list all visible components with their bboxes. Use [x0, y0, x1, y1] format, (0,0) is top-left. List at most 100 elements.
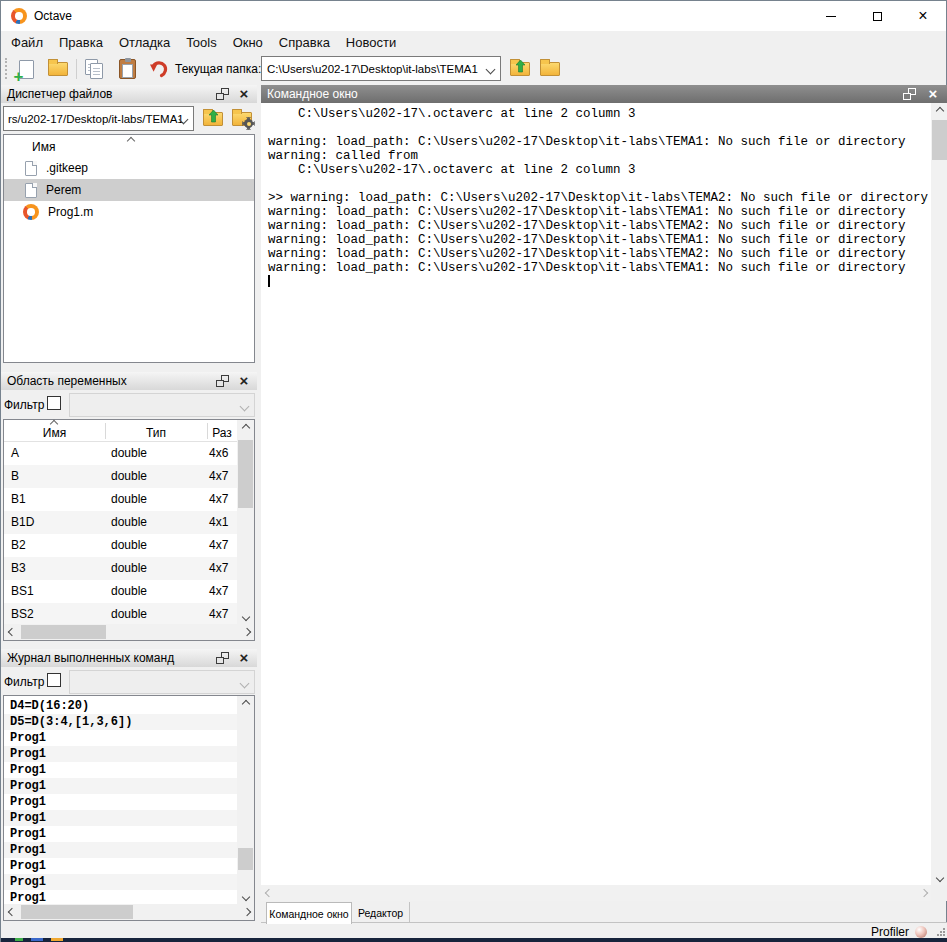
horizontal-scrollbar[interactable]: [261, 885, 931, 901]
history-item[interactable]: D5=D(3:4,[1,3,6]): [4, 714, 237, 730]
current-dir-label: Текущая папка:: [175, 62, 261, 76]
file-row[interactable]: Perem: [4, 179, 254, 201]
variable-row[interactable]: B1Ddouble4x1: [4, 511, 237, 534]
profiler-status-icon[interactable]: [915, 926, 927, 938]
history-item[interactable]: Prog1: [4, 810, 237, 826]
file-name: Prog1.m: [48, 205, 93, 219]
variable-row[interactable]: Adouble4x6: [4, 442, 237, 465]
vertical-scrollbar[interactable]: [931, 103, 947, 885]
variable-name: BS1: [11, 584, 34, 598]
fb-dir-up-button[interactable]: [200, 106, 226, 132]
variable-row[interactable]: BS1double4x7: [4, 580, 237, 603]
undock-icon[interactable]: [216, 375, 229, 387]
variable-name: BS2: [11, 607, 34, 621]
variable-row[interactable]: Bdouble4x7: [4, 465, 237, 488]
fb-actions-button[interactable]: [229, 106, 255, 132]
browse-dir-button[interactable]: [537, 56, 563, 82]
column-header-0[interactable]: Имя: [4, 426, 105, 440]
file-browser-path: rs/u202-17/Desktop/it-labs/TEMA1: [8, 113, 184, 125]
undock-icon[interactable]: [903, 88, 916, 100]
horizontal-scrollbar[interactable]: [4, 904, 254, 920]
tab-command-window[interactable]: Командное окно: [266, 902, 352, 924]
menu-window[interactable]: Окно: [225, 31, 271, 53]
menu-tools[interactable]: Tools: [178, 31, 224, 53]
variables-table-header[interactable]: ИмяТипРаз: [4, 420, 237, 442]
maximize-button[interactable]: [854, 1, 900, 31]
toolbar-grip[interactable]: [5, 58, 8, 79]
console-area[interactable]: C:\Users\u202-17\.octaverc at line 2 col…: [261, 103, 931, 885]
taskbar-icon-sliver: [15, 938, 23, 941]
resize-grip[interactable]: [937, 928, 945, 936]
variable-type: double: [111, 584, 147, 598]
filter-combobox[interactable]: [69, 670, 255, 694]
history-item[interactable]: Prog1: [4, 778, 237, 794]
variable-size: 4x1: [209, 515, 228, 529]
copy-button[interactable]: [82, 56, 108, 82]
variable-row[interactable]: B1double4x7: [4, 488, 237, 511]
menu-help[interactable]: Справка: [271, 31, 338, 53]
chevron-down-icon: [486, 65, 496, 75]
filter-checkbox[interactable]: [47, 396, 61, 410]
history-item[interactable]: Prog1: [4, 762, 237, 778]
history-item[interactable]: Prog1: [4, 874, 237, 890]
variable-row[interactable]: B3double4x7: [4, 557, 237, 580]
variable-type: double: [111, 492, 147, 506]
new-script-button[interactable]: +: [13, 56, 39, 82]
close-panel-icon[interactable]: ×: [926, 86, 940, 102]
open-file-button[interactable]: [45, 56, 71, 82]
filter-label: Фильтр: [4, 675, 44, 689]
horizontal-scrollbar[interactable]: [4, 624, 254, 640]
console-line: warning: load_path: C:\Users\u202-17\Des…: [268, 261, 928, 275]
undock-icon[interactable]: [216, 652, 229, 664]
file-list-header[interactable]: Имя: [4, 135, 254, 157]
close-button[interactable]: ×: [900, 1, 946, 31]
minimize-button[interactable]: [808, 1, 854, 31]
variable-name: B: [11, 469, 19, 483]
command-window-panel: Командное окно × C:\Users\u202-17\.octav…: [261, 85, 947, 901]
variable-row[interactable]: BS2double4x7: [4, 603, 237, 626]
undo-button[interactable]: [146, 56, 172, 82]
menu-edit[interactable]: Правка: [51, 31, 111, 53]
history-item[interactable]: Prog1: [4, 858, 237, 874]
console-line: warning: load_path: C:\Users\u202-17\Des…: [268, 233, 928, 247]
file-browser-panel: Диспетчер файлов × rs/u202-17/Desktop/it…: [1, 85, 257, 365]
close-panel-icon[interactable]: ×: [237, 373, 251, 389]
close-panel-icon[interactable]: ×: [237, 650, 251, 666]
variable-row[interactable]: B2double4x7: [4, 534, 237, 557]
history-item[interactable]: D4=D(16:20): [4, 698, 237, 714]
vertical-scrollbar[interactable]: [237, 696, 254, 904]
undock-icon[interactable]: [216, 88, 229, 100]
menu-debug[interactable]: Отладка: [111, 31, 178, 53]
folder-gear-icon: [232, 112, 252, 126]
history-item[interactable]: Prog1: [4, 826, 237, 842]
window-title: Octave: [34, 9, 72, 23]
close-panel-icon[interactable]: ×: [237, 86, 251, 102]
history-item[interactable]: Prog1: [4, 794, 237, 810]
menu-news[interactable]: Новости: [338, 31, 404, 53]
history-item[interactable]: Prog1: [4, 842, 237, 858]
tab-editor[interactable]: Редактор: [352, 902, 410, 923]
variable-type: double: [111, 515, 147, 529]
filter-combobox[interactable]: [69, 393, 255, 417]
file-row[interactable]: Prog1.m: [4, 201, 254, 223]
current-dir-value: C:\Users\u202-17\Desktop\it-labs\TEMA1: [267, 63, 478, 75]
open-folder-icon: [48, 62, 68, 76]
header-separator: [105, 423, 106, 439]
copy-icon: [85, 59, 105, 80]
current-dir-combobox[interactable]: C:\Users\u202-17\Desktop\it-labs\TEMA1: [261, 56, 501, 81]
paste-button[interactable]: [114, 56, 140, 82]
menu-file[interactable]: Файл: [3, 31, 51, 53]
file-browser-path-combobox[interactable]: rs/u202-17/Desktop/it-labs/TEMA1: [3, 106, 194, 131]
vertical-scrollbar[interactable]: [237, 420, 254, 624]
filter-checkbox[interactable]: [47, 673, 61, 687]
minimize-icon: [826, 16, 836, 17]
history-item[interactable]: Prog1: [4, 746, 237, 762]
history-item[interactable]: Prog1: [4, 730, 237, 746]
octave-logo-icon: [11, 8, 27, 24]
column-header-2[interactable]: Раз: [207, 426, 237, 440]
file-row[interactable]: .gitkeep: [4, 157, 254, 179]
column-header-1[interactable]: Тип: [105, 426, 207, 440]
dir-up-button[interactable]: [507, 56, 533, 82]
windows-taskbar-edge: [1, 938, 947, 942]
file-browser-title-bar: Диспетчер файлов ×: [1, 85, 257, 103]
